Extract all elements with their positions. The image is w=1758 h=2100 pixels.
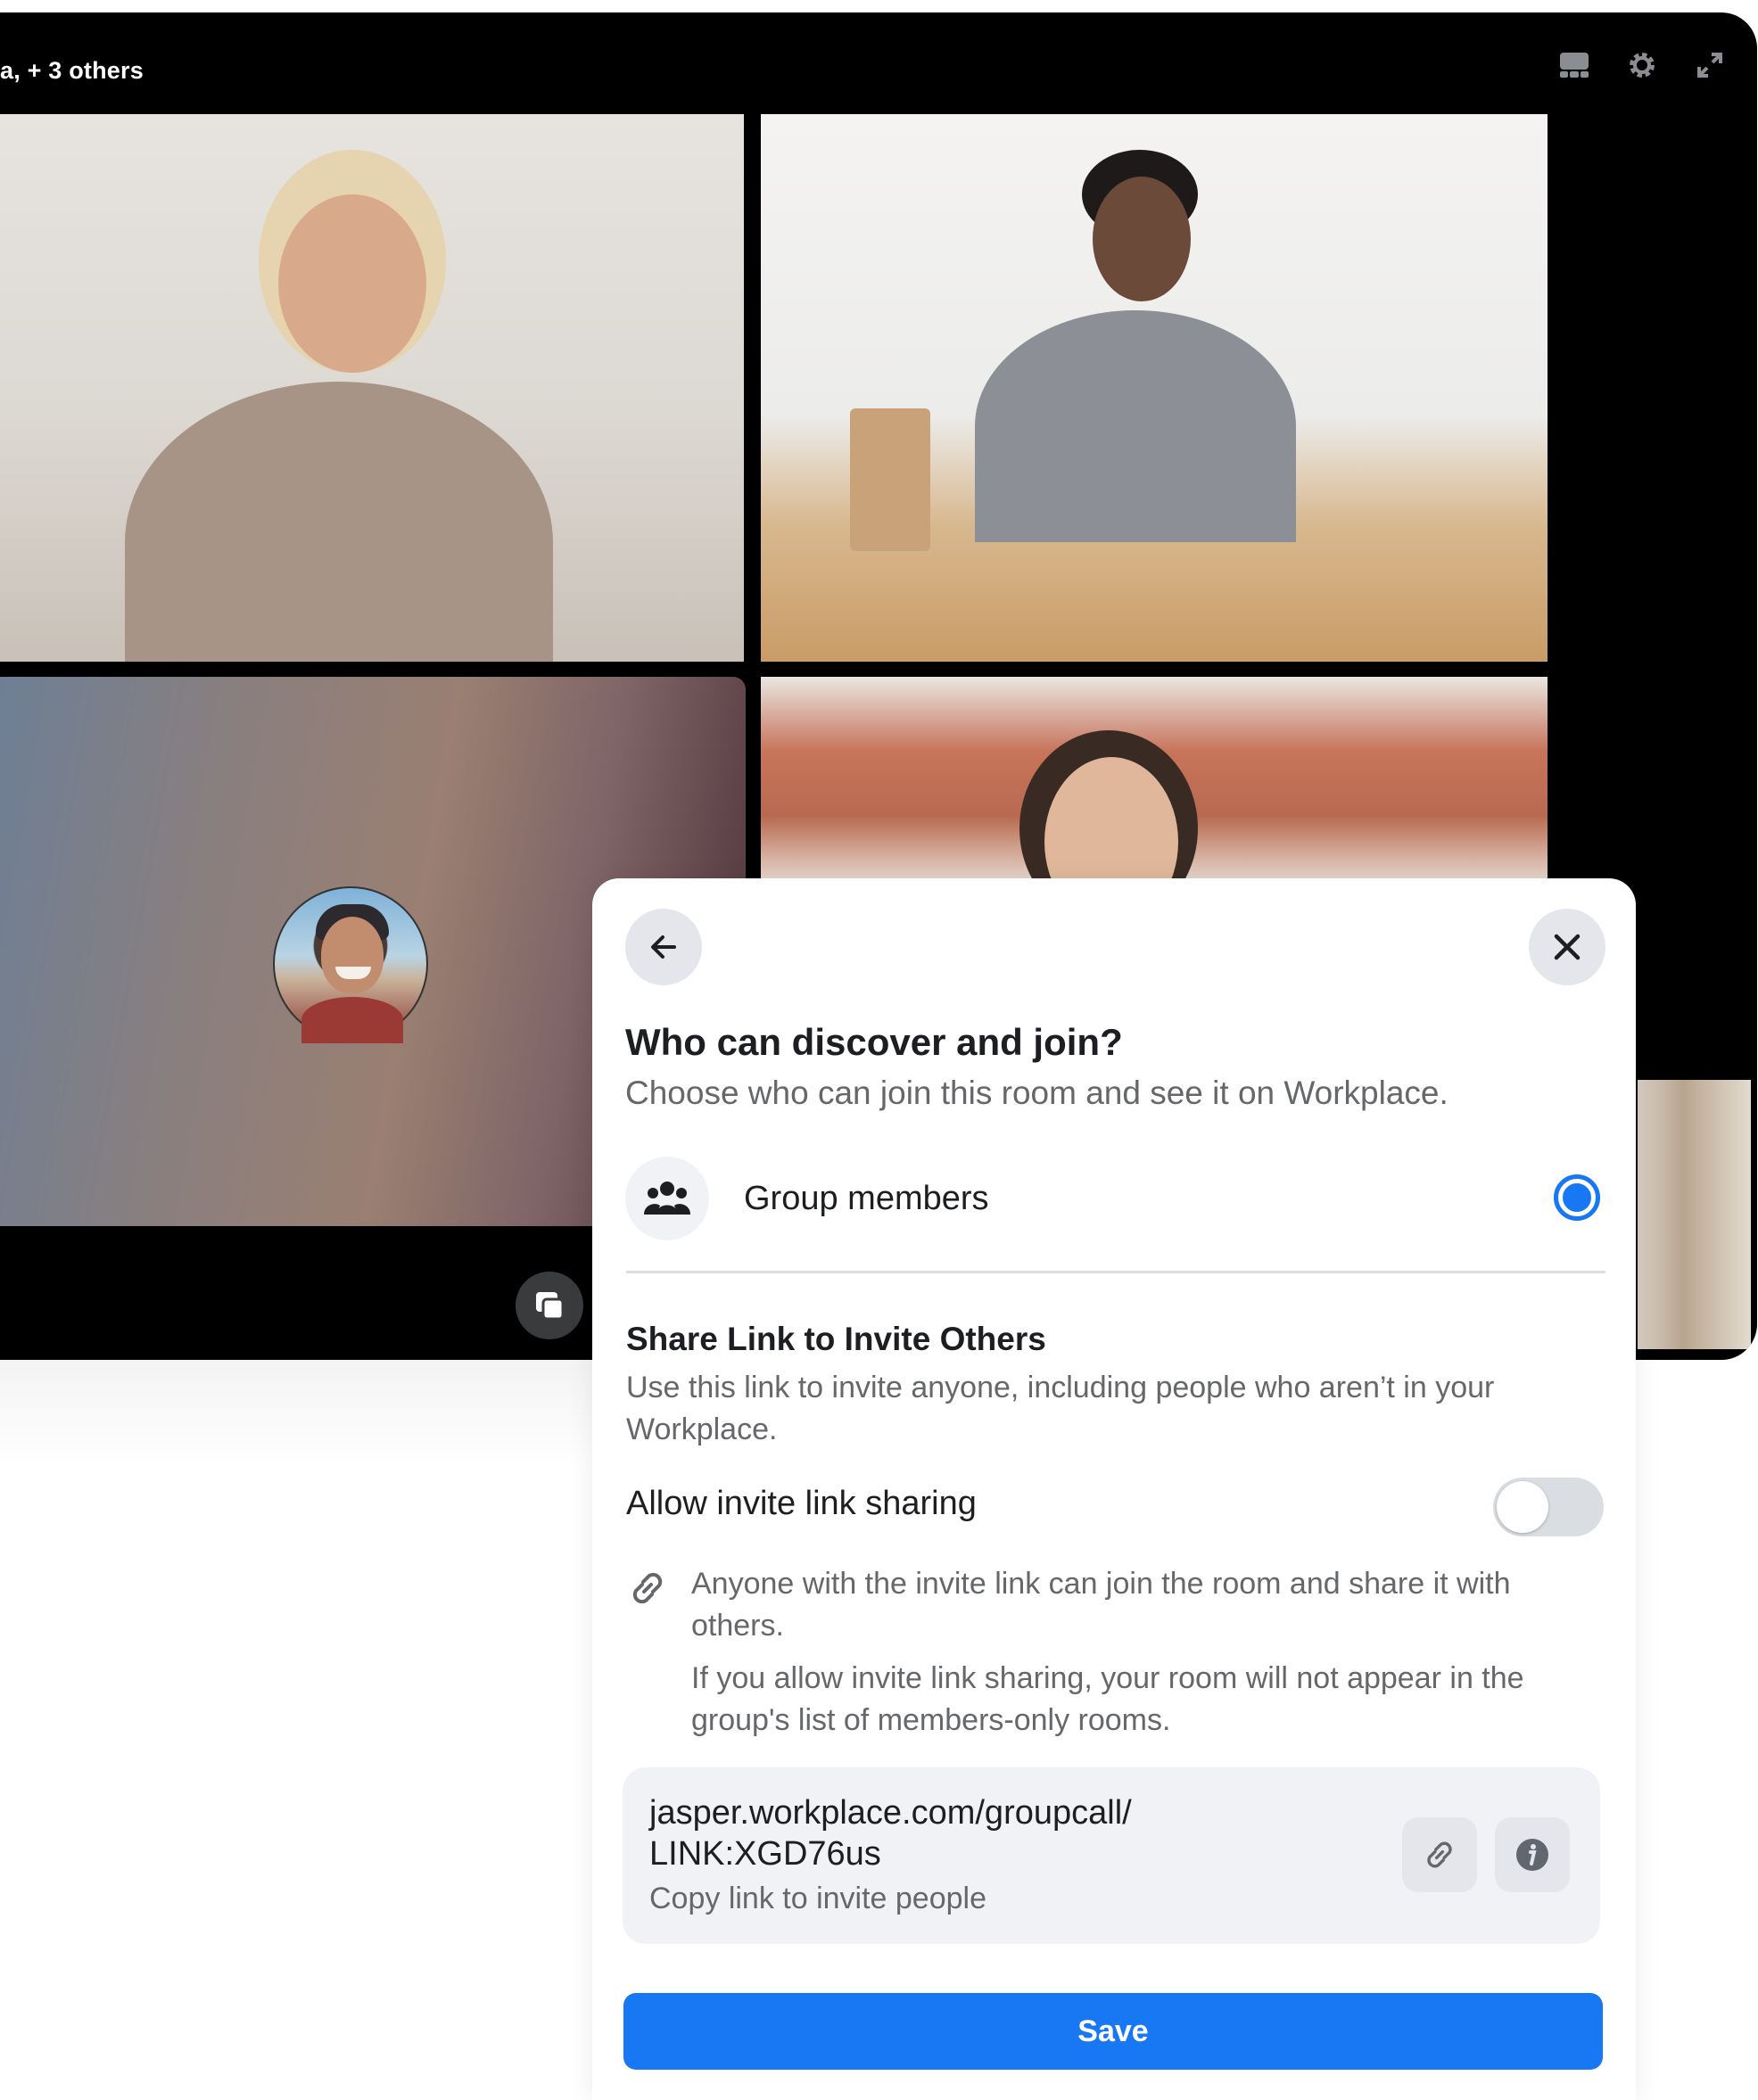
group-members-radio[interactable]	[1554, 1174, 1600, 1221]
visibility-info-text: If you allow invite link sharing, your r…	[691, 1661, 1524, 1737]
expand-icon[interactable]	[1695, 50, 1725, 80]
info-icon	[1516, 1839, 1548, 1871]
divider	[626, 1271, 1605, 1273]
toggle-label: Allow invite link sharing	[626, 1485, 977, 1522]
invite-link-hint: Copy link to invite people	[649, 1882, 987, 1915]
option-group-members[interactable]: Group members	[625, 1157, 1606, 1240]
close-button[interactable]	[1529, 909, 1605, 985]
call-toolbar	[1559, 50, 1725, 80]
link-icon	[1427, 1841, 1452, 1868]
share-section-description: Use this link to invite anyone, includin…	[626, 1371, 1495, 1446]
invite-link-url: jasper.workplace.com/groupcall/ LINK:XGD…	[649, 1794, 1132, 1873]
dialog-subtitle: Choose who can join this room and see it…	[625, 1075, 1448, 1111]
option-label: Group members	[744, 1180, 989, 1217]
participant-video-1	[0, 114, 744, 662]
invite-link-card: jasper.workplace.com/groupcall/ LINK:XGD…	[623, 1767, 1600, 1944]
dialog-title: Who can discover and join?	[625, 1021, 1123, 1063]
link-icon	[624, 1565, 671, 1611]
layout-icon[interactable]	[1559, 50, 1589, 80]
group-icon	[625, 1157, 709, 1240]
invite-link-toggle[interactable]	[1493, 1478, 1604, 1536]
room-access-dialog: Who can discover and join? Choose who ca…	[592, 878, 1636, 2100]
gear-icon[interactable]	[1627, 50, 1657, 80]
toggle-knob	[1497, 1481, 1548, 1533]
pip-icon[interactable]	[516, 1272, 583, 1339]
back-button[interactable]	[625, 909, 702, 985]
info-button[interactable]	[1495, 1817, 1570, 1892]
participant-video-4	[761, 677, 1548, 891]
close-icon	[1554, 934, 1581, 960]
call-title: a, + 3 others	[0, 57, 144, 84]
invite-info-text: Anyone with the invite link can join the…	[691, 1567, 1511, 1643]
copy-link-button[interactable]	[1402, 1817, 1477, 1892]
share-section-title: Share Link to Invite Others	[626, 1321, 1046, 1357]
self-view-thumbnail[interactable]	[1638, 1080, 1751, 1349]
arrow-left-icon	[651, 935, 676, 959]
participant-video-2	[761, 114, 1548, 662]
participant-avatar	[273, 886, 428, 1043]
save-button[interactable]: Save	[623, 1993, 1603, 2070]
